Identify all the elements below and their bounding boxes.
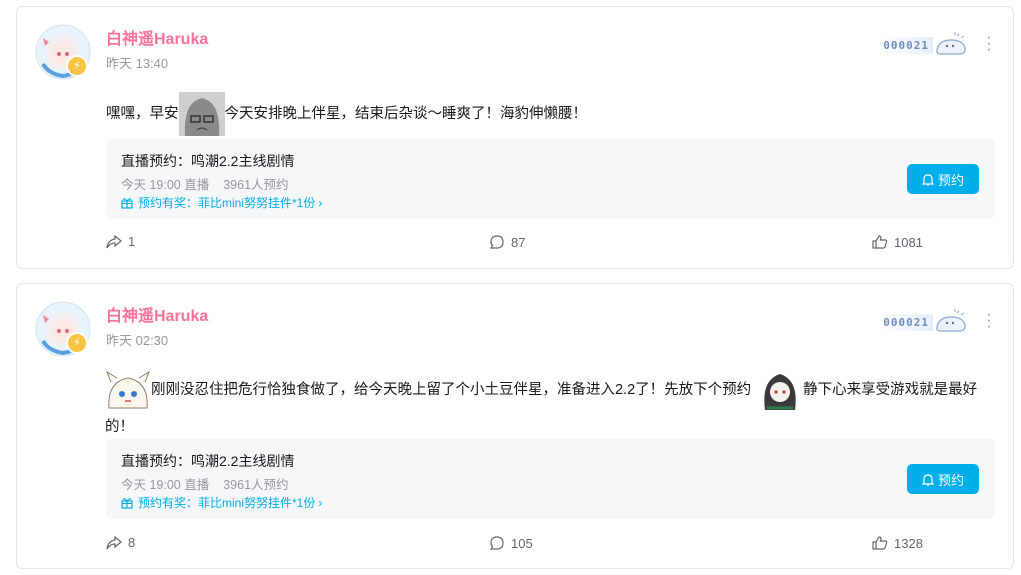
reserve-button[interactable]: 预约 [907,464,979,494]
chevron-right-icon: › [318,195,323,210]
reservation-meta: 今天 19:00 直播 3961人预约 [121,474,289,493]
reserve-button-label: 预约 [937,172,964,188]
reservation-meta: 今天 19:00 直播 3961人预约 [121,174,289,193]
comment-button[interactable]: 105 [489,535,533,551]
more-options-icon[interactable]: · · · [983,30,995,58]
seal-icon [936,32,966,55]
post-actions: 1 87 1081 [17,234,1013,254]
gift-icon [121,497,133,509]
reservation-title: 直播预约：鸣潮2.2主线剧情 [121,153,295,169]
post-text-segment: 今天安排晚上伴星，结束后杂谈～睡爽了！海豹伸懒腰！ [224,105,588,122]
comment-button[interactable]: 87 [489,234,525,250]
live-reservation-card[interactable]: 直播预约：鸣潮2.2主线剧情 今天 19:00 直播 3961人预约 预约有奖：菲… [106,439,995,519]
forward-icon [106,535,122,549]
badge-number: 000021 [879,36,933,54]
post-text: 刚刚没忍住把危行恰独食做了，给今天晚上留了个小土豆伴星，准备进入2.2了！先放下… [105,368,991,442]
comment-icon [489,536,504,550]
forward-count: 8 [128,535,136,550]
post-actions: 8 105 1328 [17,535,1013,555]
reservation-title: 直播预约：鸣潮2.2主线剧情 [121,453,295,469]
like-button[interactable]: 1328 [872,535,923,551]
fan-badge[interactable]: 000021 [879,308,969,336]
sticker-emote [105,368,151,412]
reservation-reward-text: 预约有奖：菲比mini努努挂件*1份 [138,496,316,510]
forward-icon [106,234,122,248]
sticker-emote [178,92,225,136]
dynamic-feed: ⚡ 白神遥Haruka 昨天 13:40 000021 · · · 嘿嘿，早安 今天安… [0,0,1021,575]
like-count: 1328 [894,535,923,551]
thumbs-up-icon [872,536,888,550]
reservation-count: 3961人预约 [223,178,289,192]
post-text-segment: 刚刚没忍住把危行恰独食做了，给今天晚上留了个小土豆伴星，准备进入2.2了！先放下… [151,381,752,398]
post-card: ⚡ 白神遥Haruka 昨天 13:40 000021 · · · 嘿嘿，早安 今天安… [16,6,1014,269]
sticker-emote [757,368,803,412]
post-card: ⚡ 白神遥Haruka 昨天 02:30 000021 · · · 刚刚没忍住把危行… [16,283,1014,569]
author-name[interactable]: 白神遥Haruka [106,302,208,326]
comment-count: 105 [511,535,533,551]
comment-icon [489,235,504,249]
verified-icon: ⚡ [66,332,88,354]
post-time[interactable]: 昨天 02:30 [106,330,168,349]
reservation-time: 今天 19:00 直播 [121,178,210,192]
fan-badge[interactable]: 000021 [879,31,969,59]
reserve-button-label: 预约 [937,472,964,488]
thumbs-up-icon [872,235,888,249]
post-text: 嘿嘿，早安 今天安排晚上伴星，结束后杂谈～睡爽了！海豹伸懒腰！ [106,92,991,136]
bell-icon [921,473,934,485]
forward-button[interactable]: 1 [106,234,135,249]
reservation-count: 3961人预约 [223,478,289,492]
gift-icon [121,197,133,209]
verified-icon: ⚡ [66,55,88,77]
post-text-segment: 嘿嘿，早安 [106,105,179,122]
post-time[interactable]: 昨天 13:40 [106,53,168,72]
author-name[interactable]: 白神遥Haruka [106,25,208,49]
more-options-icon[interactable]: · · · [983,307,995,335]
reservation-reward-link[interactable]: 预约有奖：菲比mini努努挂件*1份 › [121,494,322,511]
forward-count: 1 [128,234,136,249]
reservation-reward-text: 预约有奖：菲比mini努努挂件*1份 [138,196,316,210]
like-button[interactable]: 1081 [872,234,923,250]
live-reservation-card[interactable]: 直播预约：鸣潮2.2主线剧情 今天 19:00 直播 3961人预约 预约有奖：菲… [106,139,995,219]
seal-icon [936,309,966,332]
bell-icon [921,173,934,185]
reservation-reward-link[interactable]: 预约有奖：菲比mini努努挂件*1份 › [121,194,322,211]
badge-number: 000021 [879,313,933,331]
forward-button[interactable]: 8 [106,535,135,550]
comment-count: 87 [511,234,526,250]
like-count: 1081 [894,234,923,250]
chevron-right-icon: › [318,495,323,510]
reservation-time: 今天 19:00 直播 [121,478,210,492]
reserve-button[interactable]: 预约 [907,164,979,194]
